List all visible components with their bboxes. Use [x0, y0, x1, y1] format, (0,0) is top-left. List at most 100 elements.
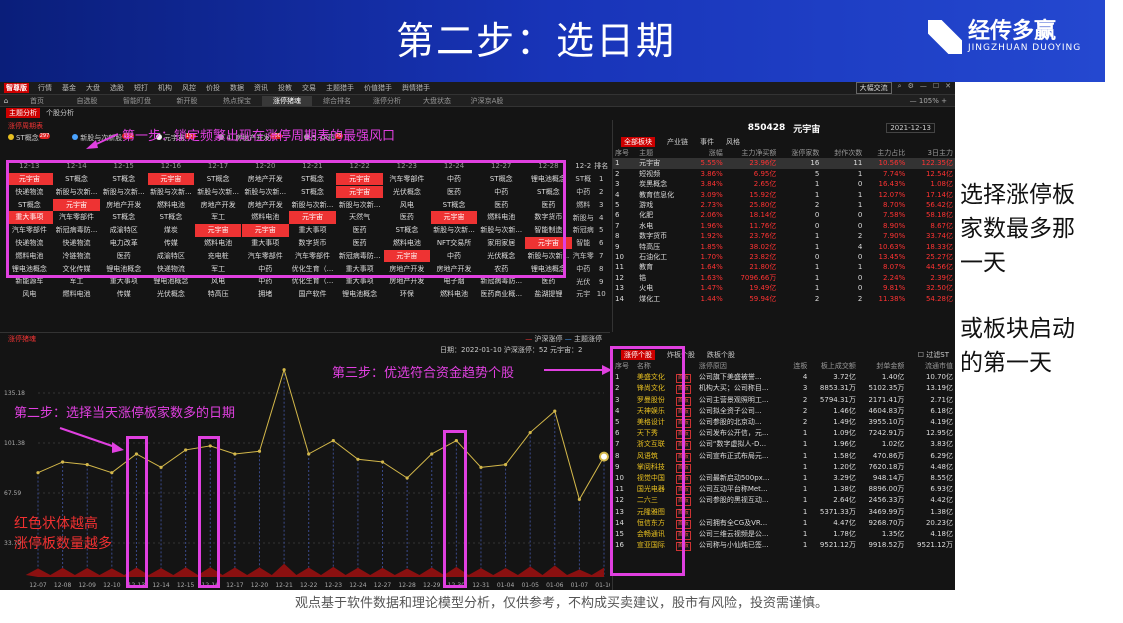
menu-item-4[interactable]: 短打 [134, 83, 148, 93]
stock-streak: 1 [802, 429, 808, 438]
grid-cell[interactable]: 国产软件 [289, 288, 336, 300]
sector-col-6[interactable]: 主力占比 [864, 148, 907, 158]
grid-cell[interactable]: 燃料电池 [431, 288, 478, 300]
stock-col-7[interactable]: 流通市值 [906, 361, 955, 372]
grid-cell-last[interactable]: 中药 [572, 187, 594, 197]
menu-item-7[interactable]: 价投 [206, 83, 220, 93]
legend-item-0[interactable]: ST概念297 [8, 133, 51, 143]
sector-row[interactable]: 12 锆 1.63% 7096.66万 1 0 2.24% 2.39亿 [613, 273, 955, 283]
sector-col-5[interactable]: 封作次数 [821, 148, 864, 158]
menu-item-9[interactable]: 资讯 [254, 83, 268, 93]
sector-col-3[interactable]: 主力净买额 [725, 148, 779, 158]
menu-item-13[interactable]: 价值猎手 [364, 83, 392, 93]
sector-tab-3[interactable]: 风格 [726, 137, 740, 147]
sector-row[interactable]: 8 数字货币 1.92% 23.76亿 1 2 7.90% 33.74亿 [613, 231, 955, 241]
sector-row[interactable]: 14 煤化工 1.44% 59.94亿 2 2 11.38% 54.28亿 [613, 294, 955, 304]
maximize-icon[interactable]: ☐ [933, 82, 939, 94]
menu-item-6[interactable]: 风控 [182, 83, 196, 93]
menu-item-1[interactable]: 基金 [62, 83, 76, 93]
grid-cell[interactable]: 盐湖提锂 [525, 288, 572, 300]
stock-col-4[interactable]: 连板 [787, 361, 809, 372]
sector-tab-2[interactable]: 事件 [700, 137, 714, 147]
sector-row[interactable]: 11 教育 1.64% 21.80亿 1 1 8.07% 44.56亿 [613, 262, 955, 272]
grid-cell-last[interactable]: ST概 [572, 174, 594, 184]
sector-row[interactable]: 7 水电 1.96% 11.76亿 0 0 8.90% 8.67亿 [613, 221, 955, 231]
tab-3[interactable]: 新开股 [162, 96, 212, 106]
grid-cell[interactable]: 风电 [6, 288, 53, 300]
stock-col-5[interactable]: 板上成交额 [809, 361, 858, 372]
grid-cell-last[interactable]: 汽车零 [572, 251, 594, 261]
sector-tab-1[interactable]: 产业链 [667, 137, 688, 147]
logo-mark-icon [928, 20, 962, 54]
stock-col-6[interactable]: 封单金额 [858, 361, 907, 372]
sector-cell: 12 [615, 273, 624, 282]
sector-col-4[interactable]: 涨停家数 [778, 148, 821, 158]
grid-cell[interactable]: 特高压 [195, 288, 242, 300]
stock-turnover: 1.46亿 [833, 406, 856, 415]
sector-row[interactable]: 4 教育信息化 3.09% 15.92亿 1 1 12.07% 17.14亿 [613, 190, 955, 200]
close-icon[interactable]: ✕ [945, 82, 951, 94]
menu-item-3[interactable]: 选股 [110, 83, 124, 93]
grid-cell-last[interactable]: 元宇 [572, 289, 594, 299]
home-icon[interactable]: ⌂ [0, 97, 12, 105]
stock-tab-2[interactable]: 跌板个股 [707, 350, 735, 360]
grid-date-12[interactable]: 12-2 [572, 162, 594, 170]
filter-st-checkbox[interactable]: ☐ 过滤ST [918, 350, 955, 360]
subtab-theme[interactable]: 主题分析 [6, 108, 40, 118]
sector-col-7[interactable]: 3日主力 [907, 148, 955, 158]
sector-col-2[interactable]: 涨幅 [690, 148, 725, 158]
sector-cell: 教育信息化 [639, 190, 675, 199]
grid-cell-last[interactable]: 光伏 [572, 277, 594, 287]
tab-0[interactable]: 首页 [12, 96, 62, 106]
menu-item-12[interactable]: 主题猎手 [326, 83, 354, 93]
grid-cell[interactable]: 传媒 [100, 288, 147, 300]
sector-col-0[interactable]: 序号 [613, 148, 637, 158]
sector-row[interactable]: 1 元宇宙 5.55% 23.96亿 16 11 10.56% 122.35亿 [613, 158, 955, 169]
grid-cell[interactable]: 光伏概念 [148, 288, 195, 300]
grid-cell-last[interactable]: 燃料 [572, 200, 594, 210]
sector-row[interactable]: 6 化肥 2.06% 18.14亿 0 0 7.58% 58.18亿 [613, 210, 955, 220]
grid-cell-last[interactable]: 中药 [572, 264, 594, 274]
sector-row[interactable]: 10 石油化工 1.70% 23.82亿 0 0 13.45% 25.27亿 [613, 252, 955, 262]
sector-row[interactable]: 9 特高压 1.85% 38.02亿 1 4 10.63% 18.33亿 [613, 242, 955, 252]
tab-6[interactable]: 综合排名 [312, 96, 362, 106]
sector-row[interactable]: 5 游戏 2.73% 25.80亿 2 1 8.70% 56.42亿 [613, 200, 955, 210]
tab-9[interactable]: 沪深京A股 [462, 96, 512, 106]
search-icon[interactable]: ⌕ [898, 82, 902, 94]
menu-item-2[interactable]: 大盘 [86, 83, 100, 93]
sector-tab-0[interactable]: 全部板块 [621, 137, 655, 147]
tab-2[interactable]: 智能盯盘 [112, 96, 162, 106]
grid-cell-last[interactable]: 新冠病 [572, 225, 594, 235]
grid-cell[interactable]: 环保 [384, 288, 431, 300]
menu-item-11[interactable]: 交易 [302, 83, 316, 93]
y-tick-label: 135.18 [4, 390, 25, 397]
stock-col-3[interactable]: 涨停原因 [697, 361, 788, 372]
grid-cell-last[interactable]: 智能 [572, 238, 594, 248]
stock-mktcap: 12.95亿 [925, 429, 953, 438]
window-tab[interactable]: 大幅交流 [855, 82, 892, 94]
tab-5[interactable]: 涨停猪魂 [262, 95, 312, 106]
sector-row[interactable]: 2 短视频 3.86% 6.95亿 5 1 7.74% 12.54亿 [613, 169, 955, 179]
menu-item-0[interactable]: 行情 [38, 83, 52, 93]
menu-item-14[interactable]: 舆情猎手 [402, 83, 430, 93]
menu-item-8[interactable]: 数据 [230, 83, 244, 93]
zoom-level[interactable]: — 105% + [910, 97, 955, 105]
grid-cell[interactable]: 燃料电池 [53, 288, 100, 300]
settings-icon[interactable]: ⚙ [908, 82, 914, 94]
tab-4[interactable]: 热点探宝 [212, 96, 262, 106]
grid-cell[interactable]: 医药商业概... [478, 288, 525, 300]
date-picker[interactable]: 2021-12-13 [886, 123, 935, 133]
grid-cell[interactable]: 锂电池概念 [336, 288, 383, 300]
menu-item-10[interactable]: 投教 [278, 83, 292, 93]
minimize-icon[interactable]: — [920, 82, 927, 94]
sector-row[interactable]: 3 炭黑概念 3.84% 2.65亿 1 0 16.43% 1.08亿 [613, 179, 955, 189]
tab-7[interactable]: 涨停分析 [362, 96, 412, 106]
subtab-stock[interactable]: 个股分析 [46, 108, 74, 118]
tab-1[interactable]: 自选股 [62, 96, 112, 106]
tab-8[interactable]: 大盘状态 [412, 96, 462, 106]
grid-cell-last[interactable]: 新股与 [572, 213, 594, 223]
menu-item-5[interactable]: 机构 [158, 83, 172, 93]
sector-row[interactable]: 13 火电 1.47% 19.49亿 1 0 9.81% 32.50亿 [613, 283, 955, 293]
sector-col-1[interactable]: 主题 [637, 148, 689, 158]
grid-cell[interactable]: 拥堵 [242, 288, 289, 300]
